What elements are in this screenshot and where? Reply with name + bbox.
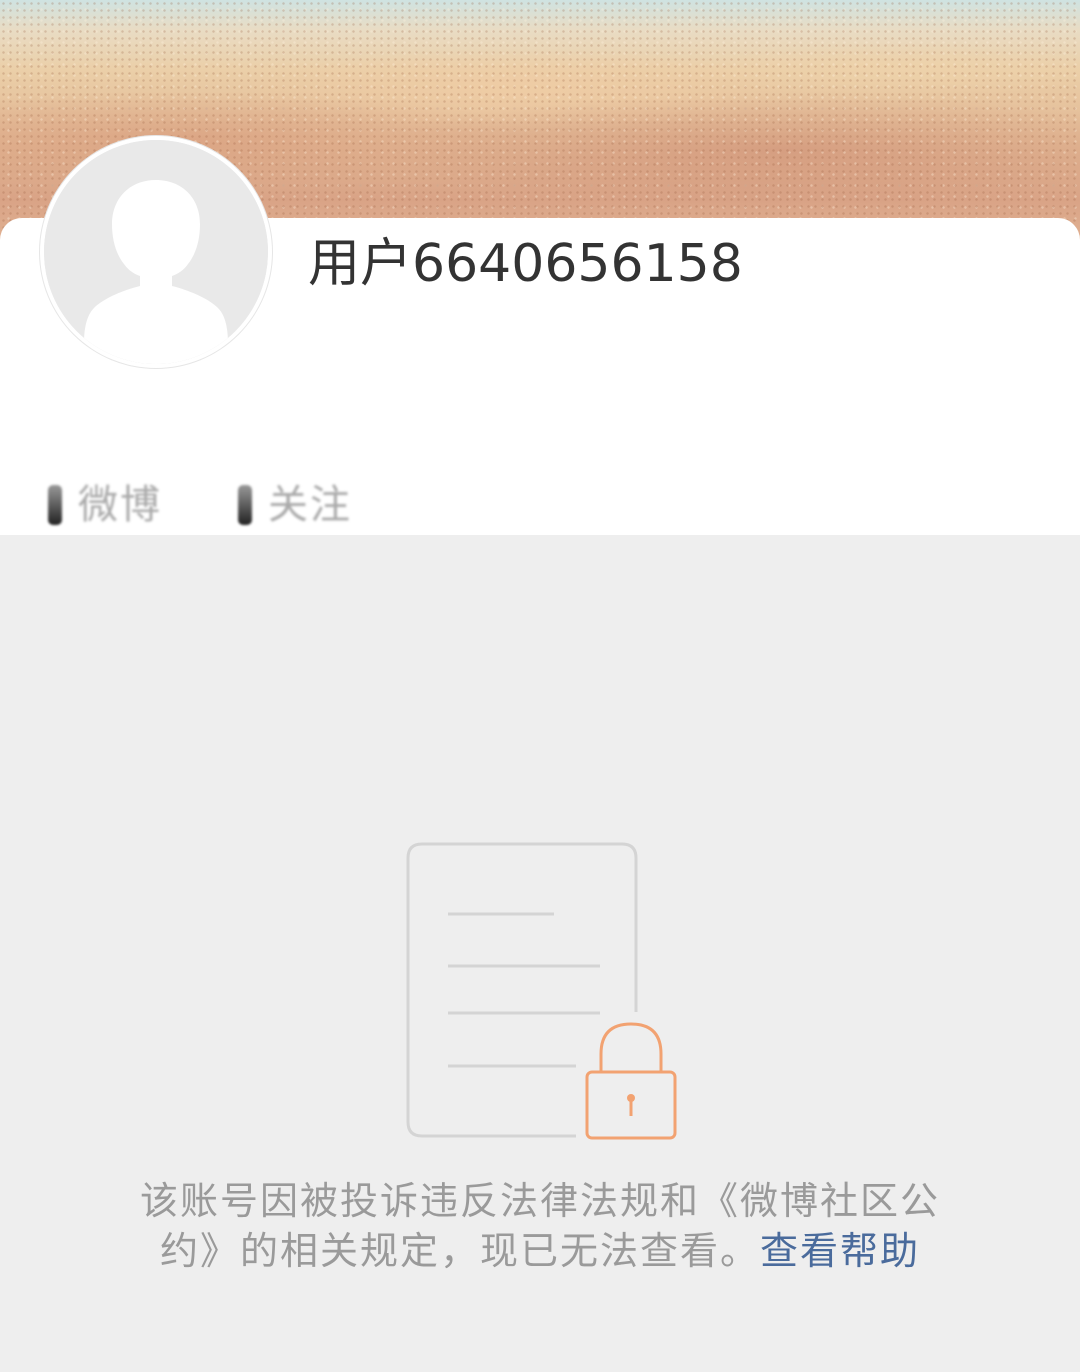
default-avatar-icon <box>44 140 268 364</box>
stat-bar-icon <box>48 485 62 525</box>
blurred-stats: 微博 关注 <box>48 482 412 528</box>
stat-label-posts: 微博 <box>78 482 162 528</box>
person-silhouette-icon <box>44 140 268 364</box>
account-restricted-notice: 该账号因被投诉违反法律法规和《微博社区公约》的相关规定，现已无法查看。查看帮助 <box>110 1176 970 1276</box>
stat-label-following: 关注 <box>268 482 352 528</box>
locked-document-icon <box>406 842 677 1140</box>
stat-bar-icon <box>238 485 252 525</box>
avatar[interactable] <box>40 136 272 368</box>
username: 用户6640656158 <box>308 234 743 294</box>
profile-page: 用户6640656158 微博 关注 该账号因被投诉违反法律法规和《微博社区公约… <box>0 0 1080 1372</box>
help-link[interactable]: 查看帮助 <box>760 1229 920 1273</box>
